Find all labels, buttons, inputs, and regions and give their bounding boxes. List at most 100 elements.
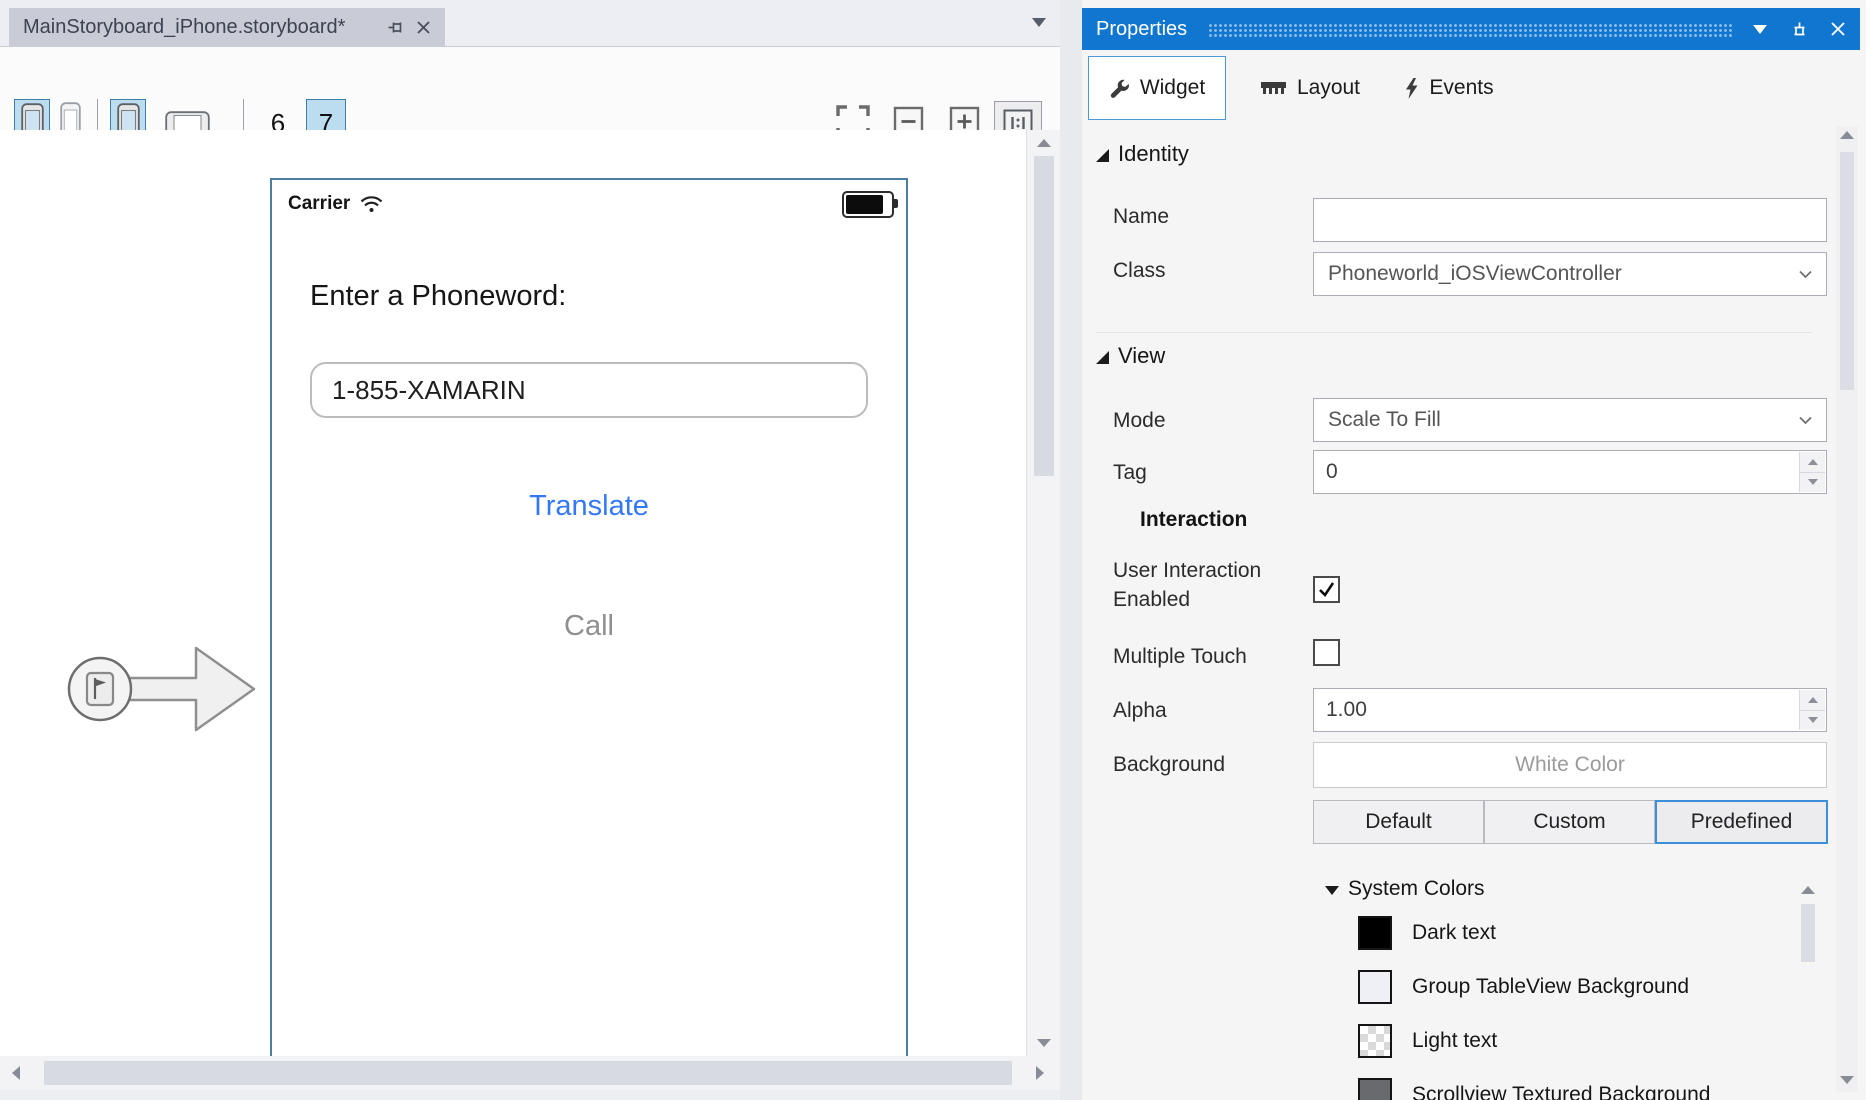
- color-item-label[interactable]: Scrollview Textured Background: [1412, 1083, 1710, 1100]
- tab-layout[interactable]: Layout: [1242, 56, 1378, 120]
- identity-section-header[interactable]: Identity: [1118, 141, 1189, 167]
- tag-input[interactable]: 0: [1313, 450, 1827, 494]
- scrollbar-thumb[interactable]: [1034, 156, 1054, 476]
- stepper-up-button[interactable]: [1799, 690, 1825, 711]
- user-interaction-checkbox[interactable]: [1313, 576, 1340, 603]
- properties-panel: Properties Widget: [1082, 0, 1866, 1100]
- scroll-down-arrow[interactable]: [1037, 1039, 1051, 1047]
- document-tabbar: MainStoryboard_iPhone.storyboard*: [0, 0, 1060, 47]
- phoneword-prompt-label[interactable]: Enter a Phoneword:: [310, 280, 566, 313]
- xamarin-ios-designer-window: MainStoryboard_iPhone.storyboard*: [0, 0, 1866, 1100]
- close-icon[interactable]: [1830, 21, 1846, 37]
- scroll-right-arrow[interactable]: [1036, 1066, 1044, 1080]
- tab-label: Events: [1429, 76, 1493, 100]
- translate-button[interactable]: Translate: [272, 490, 906, 523]
- canvas-vertical-scrollbar[interactable]: [1026, 130, 1060, 1056]
- system-colors-chevron-down-icon[interactable]: [1325, 886, 1339, 895]
- scrollbar-thumb[interactable]: [44, 1061, 1012, 1085]
- tab-label: Layout: [1297, 76, 1360, 100]
- properties-title: Properties: [1096, 18, 1187, 41]
- user-interaction-label: User Interaction Enabled: [1113, 556, 1298, 614]
- ruler-icon: [1260, 81, 1287, 96]
- scroll-up-arrow[interactable]: [1037, 139, 1051, 147]
- class-label: Class: [1113, 259, 1166, 283]
- wifi-icon: [359, 195, 384, 213]
- section-divider: [1096, 332, 1812, 333]
- pin-icon[interactable]: [387, 19, 404, 36]
- stepper-down-button[interactable]: [1799, 711, 1825, 731]
- background-predefined-button[interactable]: Predefined: [1655, 800, 1828, 844]
- alpha-input[interactable]: 1.00: [1313, 688, 1827, 732]
- expander-icon[interactable]: [1096, 351, 1109, 364]
- expander-icon[interactable]: [1096, 149, 1109, 162]
- document-tab-title: MainStoryboard_iPhone.storyboard*: [23, 16, 375, 39]
- carrier-label: Carrier: [288, 193, 350, 215]
- background-custom-button[interactable]: Custom: [1484, 800, 1655, 844]
- chevron-down-icon: [1799, 416, 1812, 425]
- alpha-value: 1.00: [1326, 698, 1367, 721]
- alpha-label: Alpha: [1113, 699, 1167, 723]
- class-select[interactable]: Phoneworld_iOSViewController: [1313, 252, 1827, 296]
- status-bar: Carrier: [288, 190, 894, 218]
- document-tab[interactable]: MainStoryboard_iPhone.storyboard*: [9, 8, 445, 46]
- stepper-down-button[interactable]: [1799, 473, 1825, 493]
- properties-scrollbar[interactable]: [1836, 126, 1858, 1092]
- lightning-icon: [1404, 78, 1419, 99]
- canvas-horizontal-scrollbar[interactable]: [0, 1056, 1060, 1090]
- name-input[interactable]: [1313, 198, 1827, 242]
- interaction-subheader: Interaction: [1140, 508, 1247, 532]
- color-swatch[interactable]: [1358, 1078, 1392, 1100]
- properties-titlebar[interactable]: Properties: [1082, 8, 1860, 50]
- flag-icon: [87, 673, 113, 705]
- document-list-chevron-down-icon[interactable]: [1032, 18, 1046, 27]
- system-colors-header[interactable]: System Colors: [1348, 877, 1485, 901]
- alpha-stepper: [1799, 690, 1825, 730]
- mode-label: Mode: [1113, 409, 1166, 433]
- scrollbar-thumb[interactable]: [1801, 904, 1815, 962]
- color-swatch[interactable]: [1358, 970, 1392, 1004]
- titlebar-grip: [1209, 24, 1733, 37]
- color-swatch[interactable]: [1358, 1024, 1392, 1058]
- color-item-label[interactable]: Light text: [1412, 1029, 1497, 1053]
- background-color-button[interactable]: White Color: [1313, 742, 1827, 788]
- mode-select[interactable]: Scale To Fill: [1313, 398, 1827, 442]
- tab-widget[interactable]: Widget: [1088, 56, 1226, 120]
- class-value: Phoneworld_iOSViewController: [1328, 262, 1622, 286]
- system-colors-scrollbar[interactable]: [1798, 884, 1818, 1094]
- tag-stepper: [1799, 452, 1825, 492]
- pin-icon[interactable]: [1791, 21, 1808, 38]
- view-controller[interactable]: Carrier Enter a Phoneword: 1-855-XAMARIN…: [270, 178, 908, 1056]
- multiple-touch-checkbox[interactable]: [1313, 639, 1340, 666]
- color-swatch[interactable]: [1358, 916, 1392, 950]
- scroll-up-arrow[interactable]: [1801, 886, 1815, 894]
- window-position-chevron-down-icon[interactable]: [1753, 25, 1767, 34]
- tag-value: 0: [1326, 460, 1338, 483]
- scroll-up-arrow[interactable]: [1840, 131, 1854, 139]
- background-default-button[interactable]: Default: [1313, 800, 1484, 844]
- panel-splitter[interactable]: [1060, 0, 1082, 1100]
- mode-value: Scale To Fill: [1328, 408, 1441, 432]
- segue-arrow[interactable]: [56, 642, 264, 736]
- scroll-left-arrow[interactable]: [12, 1066, 20, 1080]
- check-icon: [1317, 580, 1336, 599]
- name-label: Name: [1113, 205, 1169, 229]
- battery-icon: [842, 191, 894, 218]
- color-item-label[interactable]: Dark text: [1412, 921, 1496, 945]
- phoneword-input[interactable]: 1-855-XAMARIN: [310, 362, 868, 418]
- tag-label: Tag: [1113, 461, 1147, 485]
- background-label: Background: [1113, 753, 1225, 777]
- chevron-down-icon: [1799, 270, 1812, 279]
- scroll-down-arrow[interactable]: [1840, 1076, 1854, 1084]
- call-button[interactable]: Call: [272, 610, 906, 643]
- tab-events[interactable]: Events: [1386, 56, 1512, 120]
- view-section-header[interactable]: View: [1118, 343, 1165, 369]
- storyboard-editor: MainStoryboard_iPhone.storyboard*: [0, 0, 1060, 1100]
- wrench-icon: [1109, 78, 1130, 99]
- editor-bottom-strip: [0, 1090, 1060, 1100]
- close-icon[interactable]: [416, 20, 431, 35]
- scrollbar-thumb[interactable]: [1840, 152, 1854, 390]
- stepper-up-button[interactable]: [1799, 452, 1825, 473]
- design-surface[interactable]: Carrier Enter a Phoneword: 1-855-XAMARIN…: [0, 130, 1026, 1056]
- multiple-touch-label: Multiple Touch: [1113, 645, 1247, 669]
- color-item-label[interactable]: Group TableView Background: [1412, 975, 1689, 999]
